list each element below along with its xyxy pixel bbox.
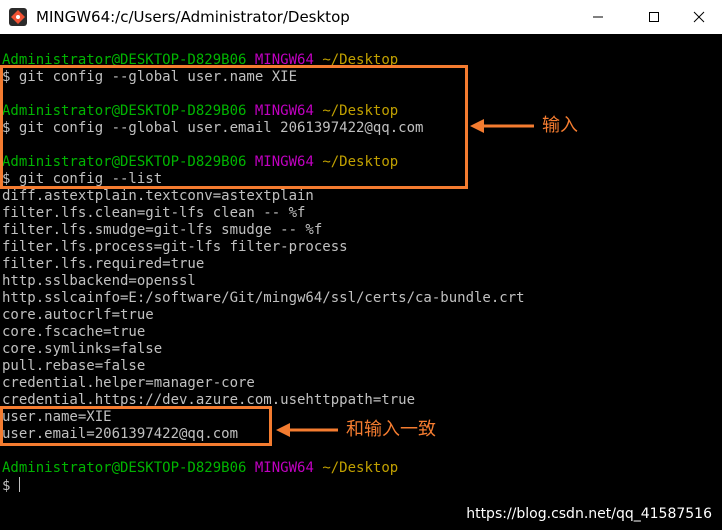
output-line: credential.helper=manager-core — [2, 375, 255, 391]
prompt-line: Administrator@DESKTOP-D829B06 MINGW64 ~/… — [2, 460, 398, 477]
arrow-left-icon — [276, 423, 338, 437]
title-bar[interactable]: MINGW64:/c/Users/Administrator/Desktop — [0, 0, 722, 34]
output-line: core.autocrlf=true — [2, 307, 154, 323]
arrow-left-icon — [470, 119, 534, 133]
match-highlight-box — [0, 406, 272, 446]
command-line[interactable]: $ — [2, 477, 20, 494]
input-highlight-box — [0, 65, 468, 189]
prompt-path: ~/Desktop — [322, 460, 399, 476]
output-line: pull.rebase=false — [2, 358, 146, 374]
terminal-content[interactable]: Administrator@DESKTOP-D829B06 MINGW64 ~/… — [0, 34, 722, 530]
close-button[interactable] — [676, 0, 722, 34]
terminal-window: MINGW64:/c/Users/Administrator/Desktop A… — [0, 0, 722, 530]
output-line: filter.lfs.clean=git-lfs clean -- %f — [2, 205, 306, 221]
maximize-button[interactable] — [631, 0, 677, 34]
git-bash-icon — [9, 8, 27, 26]
command-text: $ — [2, 478, 19, 494]
text-cursor — [18, 477, 20, 492]
maximize-icon — [649, 12, 659, 22]
prompt-env: MINGW64 — [254, 460, 314, 476]
prompt-user: Administrator@DESKTOP-D829B06 — [2, 460, 247, 476]
watermark: https://blog.csdn.net/qq_41587516 — [466, 506, 712, 522]
output-line: core.fscache=true — [2, 324, 146, 340]
output-line: diff.astextplain.textconv=astextplain — [2, 188, 314, 204]
output-line: filter.lfs.smudge=git-lfs smudge -- %f — [2, 222, 323, 238]
output-line: http.sslbackend=openssl — [2, 273, 196, 289]
match-annotation: 和输入一致 — [346, 419, 436, 440]
input-annotation: 输入 — [542, 115, 578, 136]
close-icon — [693, 11, 705, 23]
minimize-button[interactable] — [575, 0, 621, 34]
minimize-icon — [593, 16, 603, 18]
output-line: filter.lfs.process=git-lfs filter-proces… — [2, 239, 348, 255]
window-title: MINGW64:/c/Users/Administrator/Desktop — [36, 8, 350, 26]
output-line: filter.lfs.required=true — [2, 256, 205, 272]
output-line: core.symlinks=false — [2, 341, 163, 357]
output-line: http.sslcainfo=E:/software/Git/mingw64/s… — [2, 290, 525, 306]
